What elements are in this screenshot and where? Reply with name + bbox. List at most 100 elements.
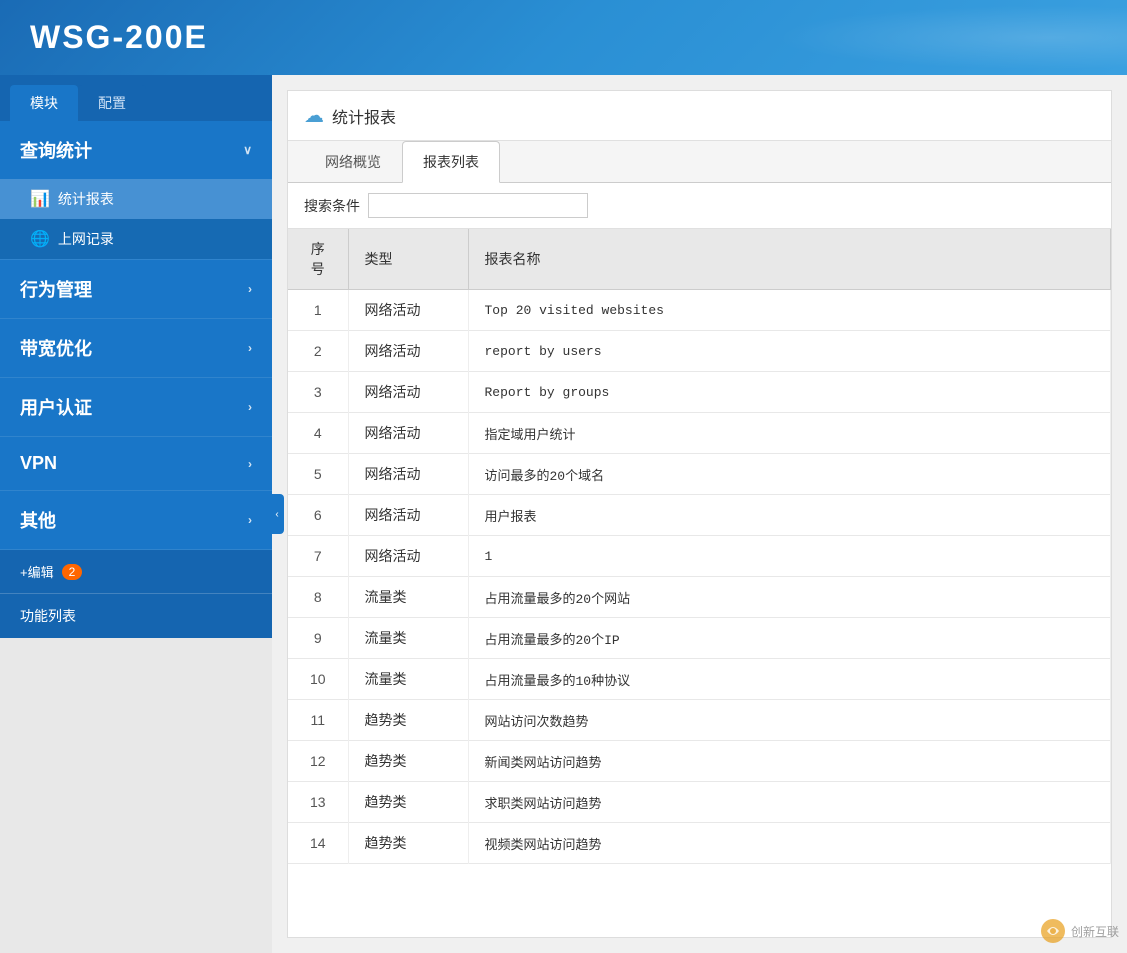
cell-no: 4 — [288, 413, 348, 454]
table-row[interactable]: 10 流量类 占用流量最多的10种协议 — [288, 659, 1111, 700]
cell-name: 新闻类网站访问趋势 — [468, 741, 1111, 782]
table-row[interactable]: 3 网络活动 Report by groups — [288, 372, 1111, 413]
nav-section-header-bandwidth[interactable]: 带宽优化 › — [0, 319, 272, 377]
sidebar-collapse-button[interactable]: ‹ — [270, 494, 284, 534]
sidebar-tabs: 模块 配置 — [0, 75, 272, 121]
sidebar-item-label-internet-log: 上网记录 — [58, 229, 114, 249]
nav-section-label-vpn: VPN — [20, 453, 57, 474]
nav-section-vpn: VPN › — [0, 437, 272, 491]
col-header-no: 序号 — [288, 229, 348, 290]
bottom-logo: 创新互联 — [1039, 917, 1119, 945]
col-header-type: 类型 — [348, 229, 468, 290]
cell-no: 9 — [288, 618, 348, 659]
sidebar: 模块 配置 查询统计 ∨ 📊 统计报表 🌐 — [0, 75, 272, 638]
cell-no: 11 — [288, 700, 348, 741]
table-row[interactable]: 14 趋势类 视频类网站访问趋势 — [288, 823, 1111, 864]
edit-label[interactable]: +编辑 — [20, 562, 54, 581]
nav-arrow-vpn: › — [248, 457, 252, 471]
table-row[interactable]: 9 流量类 占用流量最多的20个IP — [288, 618, 1111, 659]
table-container: 序号 类型 报表名称 1 网络活动 Top 20 visited website… — [288, 229, 1111, 937]
table-row[interactable]: 6 网络活动 用户报表 — [288, 495, 1111, 536]
nav-section-label-query-stats: 查询统计 — [20, 137, 92, 163]
content-header-icon: ☁ — [304, 103, 324, 128]
nav-section-label-other: 其他 — [20, 507, 56, 533]
cell-name: 占用流量最多的20个IP — [468, 618, 1111, 659]
main-layout: 模块 配置 查询统计 ∨ 📊 统计报表 🌐 — [0, 75, 1127, 953]
nav-arrow-query-stats: ∨ — [243, 143, 252, 157]
cell-type: 网络活动 — [348, 331, 468, 372]
header: WSG-200E — [0, 0, 1127, 75]
table-row[interactable]: 7 网络活动 1 — [288, 536, 1111, 577]
cell-type: 流量类 — [348, 659, 468, 700]
cell-name: 视频类网站访问趋势 — [468, 823, 1111, 864]
table-row[interactable]: 11 趋势类 网站访问次数趋势 — [288, 700, 1111, 741]
nav-section-header-behavior[interactable]: 行为管理 › — [0, 260, 272, 318]
cell-name: 网站访问次数趋势 — [468, 700, 1111, 741]
nav-section-other: 其他 › — [0, 491, 272, 550]
sidebar-tab-config[interactable]: 配置 — [78, 85, 146, 121]
cell-no: 13 — [288, 782, 348, 823]
cell-type: 趋势类 — [348, 782, 468, 823]
table-row[interactable]: 12 趋势类 新闻类网站访问趋势 — [288, 741, 1111, 782]
nav-section-header-vpn[interactable]: VPN › — [0, 437, 272, 490]
app-title: WSG-200E — [30, 19, 208, 56]
nav-section-label-bandwidth: 带宽优化 — [20, 335, 92, 361]
cell-type: 网络活动 — [348, 495, 468, 536]
company-logo-icon — [1039, 917, 1067, 945]
sidebar-item-internet-log[interactable]: 🌐 上网记录 — [0, 219, 272, 259]
nav-arrow-behavior: › — [248, 282, 252, 296]
cell-no: 3 — [288, 372, 348, 413]
cell-type: 流量类 — [348, 577, 468, 618]
sidebar-nav: 查询统计 ∨ 📊 统计报表 🌐 上网记录 行为管理 — [0, 121, 272, 550]
search-label: 搜索条件 — [304, 196, 360, 216]
nav-section-bandwidth: 带宽优化 › — [0, 319, 272, 378]
cell-type: 趋势类 — [348, 741, 468, 782]
table-row[interactable]: 2 网络活动 report by users — [288, 331, 1111, 372]
tab-report-list[interactable]: 报表列表 — [402, 141, 500, 183]
nav-section-header-user-auth[interactable]: 用户认证 › — [0, 378, 272, 436]
cell-type: 网络活动 — [348, 536, 468, 577]
nav-section-query-stats: 查询统计 ∨ 📊 统计报表 🌐 上网记录 — [0, 121, 272, 260]
sidebar-item-stats-report[interactable]: 📊 统计报表 — [0, 179, 272, 219]
cell-type: 网络活动 — [348, 290, 468, 331]
cell-no: 5 — [288, 454, 348, 495]
content-panel: ☁ 统计报表 网络概览 报表列表 搜索条件 序号 类型 — [287, 90, 1112, 938]
search-input[interactable] — [368, 193, 588, 218]
stats-report-icon: 📊 — [30, 189, 50, 209]
sidebar-edit-bar: +编辑 2 — [0, 550, 272, 593]
nav-arrow-other: › — [248, 513, 252, 527]
col-header-name: 报表名称 — [468, 229, 1111, 290]
cell-name: Top 20 visited websites — [468, 290, 1111, 331]
sidebar-tab-module[interactable]: 模块 — [10, 85, 78, 121]
cell-name: 占用流量最多的10种协议 — [468, 659, 1111, 700]
report-table: 序号 类型 报表名称 1 网络活动 Top 20 visited website… — [288, 229, 1111, 864]
cell-no: 6 — [288, 495, 348, 536]
tab-network-overview[interactable]: 网络概览 — [304, 141, 402, 183]
content-header-title: 统计报表 — [332, 104, 396, 128]
table-header-row: 序号 类型 报表名称 — [288, 229, 1111, 290]
nav-section-label-user-auth: 用户认证 — [20, 394, 92, 420]
nav-section-header-query-stats[interactable]: 查询统计 ∨ — [0, 121, 272, 179]
table-row[interactable]: 1 网络活动 Top 20 visited websites — [288, 290, 1111, 331]
nav-arrow-user-auth: › — [248, 400, 252, 414]
cell-no: 2 — [288, 331, 348, 372]
cell-name: report by users — [468, 331, 1111, 372]
cell-type: 趋势类 — [348, 823, 468, 864]
company-name: 创新互联 — [1071, 923, 1119, 940]
cell-name: Report by groups — [468, 372, 1111, 413]
nav-section-behavior: 行为管理 › — [0, 260, 272, 319]
internet-log-icon: 🌐 — [30, 229, 50, 249]
cell-type: 流量类 — [348, 618, 468, 659]
cell-type: 网络活动 — [348, 413, 468, 454]
content-area: ☁ 统计报表 网络概览 报表列表 搜索条件 序号 类型 — [272, 75, 1127, 953]
table-row[interactable]: 13 趋势类 求职类网站访问趋势 — [288, 782, 1111, 823]
cell-no: 1 — [288, 290, 348, 331]
cell-name: 求职类网站访问趋势 — [468, 782, 1111, 823]
table-row[interactable]: 4 网络活动 指定域用户统计 — [288, 413, 1111, 454]
cell-type: 网络活动 — [348, 454, 468, 495]
table-row[interactable]: 5 网络活动 访问最多的20个域名 — [288, 454, 1111, 495]
table-row[interactable]: 8 流量类 占用流量最多的20个网站 — [288, 577, 1111, 618]
cell-name: 访问最多的20个域名 — [468, 454, 1111, 495]
nav-section-header-other[interactable]: 其他 › — [0, 491, 272, 549]
cell-name: 占用流量最多的20个网站 — [468, 577, 1111, 618]
